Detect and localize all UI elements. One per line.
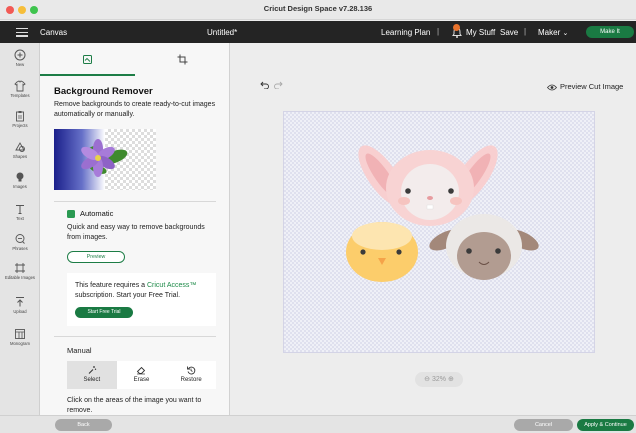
machine-label: Maker (538, 28, 561, 37)
image-canvas[interactable] (283, 111, 595, 353)
manual-tools: Select Erase Restore (67, 361, 216, 389)
my-stuff-link[interactable]: My Stuff (466, 28, 495, 37)
toolbar-item-phrases[interactable]: Phrases (0, 233, 40, 251)
project-title: Untitled* (207, 28, 238, 37)
shirt-icon (14, 80, 26, 92)
speech-bubble-icon (15, 234, 25, 244)
panel-title: Background Remover (54, 86, 153, 97)
toolbar-item-images[interactable]: Images (0, 171, 40, 189)
automatic-description: Quick and easy way to remove backgrounds… (67, 224, 205, 241)
eraser-icon (137, 366, 146, 375)
promo-text: This feature requires a Cricut Access™ s… (75, 281, 215, 300)
toolbar-item-projects[interactable]: Projects (0, 110, 40, 128)
toolbar-label: Shapes (12, 154, 28, 159)
toolbar-label: Images (13, 184, 27, 189)
back-button[interactable]: Back (55, 419, 112, 431)
panel-description: Remove backgrounds to create ready-to-cu… (54, 101, 216, 118)
notification-badge (453, 24, 460, 31)
text-icon (16, 205, 24, 214)
cricut-access-link[interactable]: Cricut Access™ (147, 282, 196, 289)
save-button[interactable]: Save (500, 28, 518, 37)
zoom-out-icon[interactable]: ⊖ (424, 376, 430, 383)
select-tool[interactable]: Select (67, 361, 117, 389)
easter-animals-image (346, 145, 539, 282)
zoom-control[interactable]: ⊖ 32% ⊕ (415, 372, 463, 387)
chevron-down-icon: ⌄ (562, 30, 569, 37)
promo-text-after: subscription. Start your Free Trial. (75, 291, 181, 299)
preview-button[interactable]: Preview (67, 251, 125, 263)
start-free-trial-button[interactable]: Start Free Trial (75, 307, 133, 318)
upload-icon (16, 297, 24, 307)
tool-label: Erase (133, 377, 150, 383)
window-titlebar: Cricut Design Space v7.28.136 (0, 0, 636, 20)
canvas-area: Preview Cut Image ⊖ 32% ⊕ (231, 43, 636, 415)
crop-icon (177, 54, 188, 65)
toolbar-label: Upload (13, 309, 27, 314)
manual-description: Click on the areas of the image you want… (67, 397, 202, 414)
tab-background-remover[interactable] (40, 43, 135, 76)
toolbar-label: Editable Images (4, 275, 36, 280)
header-separator: | (524, 27, 527, 36)
toolbar-label: Projects (12, 123, 28, 128)
background-remover-panel: Background Remover Remove backgrounds to… (40, 43, 230, 415)
toolbar-label: Monogram (9, 341, 30, 346)
tab-crop[interactable] (135, 43, 229, 76)
shapes-icon (15, 142, 25, 152)
plus-circle-icon (14, 49, 26, 61)
toolbar-item-monogram[interactable]: Monogram (0, 328, 40, 346)
toolbar-item-new[interactable]: New (0, 49, 40, 67)
toolbar-label: New (15, 62, 25, 67)
panel-divider (54, 201, 216, 202)
make-it-button[interactable]: Make It (586, 26, 634, 38)
toolbar-label: Text (16, 216, 24, 221)
toolbar-item-editable-images[interactable]: Editable Images (0, 262, 40, 280)
canvas-label: Canvas (40, 28, 68, 37)
restore-tool[interactable]: Restore (166, 361, 216, 389)
toolbar-item-templates[interactable]: Templates (0, 80, 40, 98)
cancel-button[interactable]: Cancel (514, 419, 573, 431)
magic-wand-icon (88, 366, 97, 374)
zoom-level: 32% (431, 376, 446, 383)
background-remover-icon (83, 55, 92, 64)
panel-divider (54, 336, 216, 337)
toolbar-item-shapes[interactable]: Shapes (0, 141, 40, 159)
preview-cut-image-toggle[interactable]: Preview Cut Image (546, 82, 624, 91)
bunny-head (358, 145, 498, 226)
image-thumbnail (54, 129, 156, 190)
zoom-in-icon[interactable]: ⊕ (448, 376, 454, 383)
promo-text-before: This feature requires a (75, 282, 147, 289)
manual-label: Manual (67, 346, 92, 355)
window-title: Cricut Design Space v7.28.136 (263, 4, 373, 13)
tool-label: Restore (180, 377, 202, 383)
learning-plan-link[interactable]: Learning Plan (381, 28, 430, 37)
app-header: Canvas Untitled* Learning Plan | My Stuf… (0, 21, 636, 43)
eye-icon (546, 84, 558, 90)
apply-continue-button[interactable]: Apply & Continue (577, 419, 634, 431)
undo-icon[interactable] (260, 81, 270, 89)
lightbulb-icon (16, 172, 24, 182)
bottom-bar: Back Cancel Apply & Continue (0, 415, 636, 433)
editable-images-icon (15, 263, 25, 273)
automatic-icon (67, 210, 75, 218)
chick-head (346, 222, 418, 282)
machine-selector[interactable]: Maker ⌄ (538, 28, 568, 37)
panel-tabs (40, 43, 229, 76)
restore-icon (187, 366, 196, 375)
toolbar-label: Phrases (12, 246, 28, 251)
tool-label: Select (83, 377, 101, 383)
monogram-icon (15, 329, 25, 339)
cricut-access-promo: This feature requires a Cricut Access™ s… (67, 273, 216, 326)
automatic-label: Automatic (80, 209, 114, 218)
redo-icon[interactable] (273, 81, 283, 89)
toolbar-item-upload[interactable]: Upload (0, 296, 40, 314)
menu-icon[interactable] (16, 28, 28, 39)
clipboard-icon (16, 111, 24, 122)
preview-cut-label: Preview Cut Image (560, 82, 624, 91)
erase-tool[interactable]: Erase (117, 361, 167, 389)
left-toolbar: New Templates Projects Shapes Images Tex… (0, 43, 40, 415)
header-separator: | (437, 27, 440, 36)
toolbar-label: Templates (10, 93, 30, 98)
toolbar-item-text[interactable]: Text (0, 203, 40, 221)
